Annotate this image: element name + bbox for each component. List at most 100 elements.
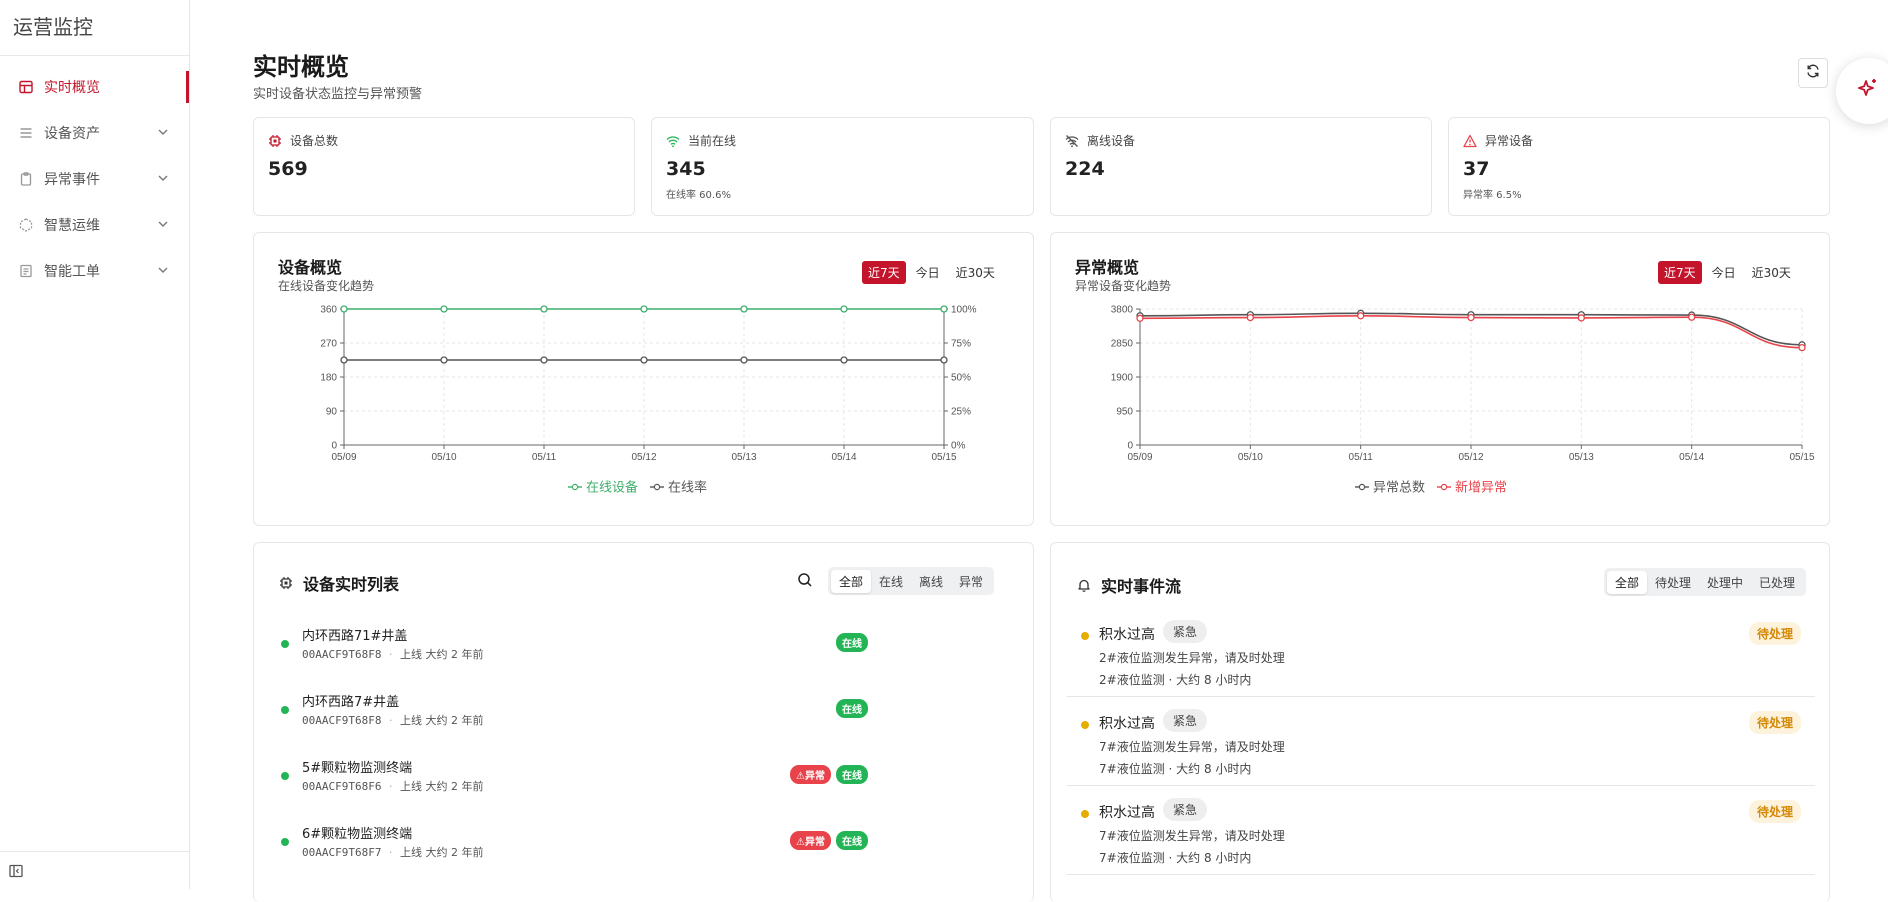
stat-card-abnormal: 异常设备 37 异常率 6.5% [1448, 117, 1830, 216]
event-description: 7#液位监测发生异常，请及时处理 [1099, 829, 1285, 843]
event-row[interactable]: 积水过高 紧急 7#液位监测发生异常，请及时处理 7#液位监测 · 大约 8 小… [1067, 697, 1815, 786]
separator: · [388, 648, 393, 661]
refresh-button[interactable] [1798, 58, 1828, 88]
status-dot [281, 640, 289, 648]
device-row[interactable]: 6#颗粒物监测终端 00AACF9T68F7 · 上线 大约 2 年前 ⚠异常在… [278, 817, 868, 867]
x-tick-label: 05/10 [431, 452, 456, 463]
x-tick-label: 05/09 [331, 452, 356, 463]
chevron-down-icon [157, 126, 169, 142]
device-code: 00AACF9T68F8 [302, 648, 382, 661]
status-badge: 待处理 [1748, 800, 1801, 823]
y2-tick-label: 25% [951, 407, 971, 418]
tab-processing[interactable]: 处理中 [1699, 571, 1751, 594]
y2-tick-label: 100% [951, 305, 977, 316]
data-point [1136, 314, 1144, 322]
search-icon[interactable] [797, 572, 813, 592]
hexagon-icon [19, 218, 33, 232]
data-point [440, 356, 448, 364]
data-point [740, 356, 748, 364]
tab-pending[interactable]: 待处理 [1647, 571, 1699, 594]
sidebar-item-realtime-overview[interactable]: 实时概览 [0, 64, 189, 110]
y-tick-label: 0 [331, 441, 337, 452]
data-point [1357, 312, 1365, 320]
tab-all[interactable]: 全部 [1607, 570, 1648, 594]
status-badge: 在线 [836, 765, 868, 784]
sidebar-item-anomaly-events[interactable]: 异常事件 [0, 156, 189, 202]
device-filter-tabs: 全部 在线 离线 异常 [828, 567, 995, 595]
event-description: 2#液位监测发生异常，请及时处理 [1099, 651, 1285, 665]
legend-marker [1440, 483, 1448, 491]
data-point [340, 305, 348, 313]
stat-label: 设备总数 [290, 134, 339, 148]
event-row[interactable]: 积水过高 紧急 2#液位监测发生异常，请及时处理 2#液位监测 · 大约 8 小… [1067, 608, 1815, 697]
x-tick-label: 05/11 [1349, 452, 1374, 463]
sidebar-item-smart-ops[interactable]: 智慧运维 [0, 202, 189, 248]
event-title: 积水过高 [1099, 805, 1155, 821]
device-row[interactable]: 5#颗粒物监测终端 00AACF9T68F6 · 上线 大约 2 年前 ⚠异常在… [278, 751, 868, 801]
clipboard-icon [19, 172, 33, 186]
sidebar-item-label: 设备资产 [44, 126, 100, 142]
legend-label: 异常总数 [1373, 480, 1425, 495]
sidebar-toggle-icon[interactable] [9, 863, 23, 882]
tab-done[interactable]: 已处理 [1751, 571, 1803, 594]
x-tick-label: 05/14 [1679, 452, 1704, 463]
device-line-chart: 0 0% 90 25% 180 50% 270 75% 360 100% 05/09 05/10 05/… [320, 305, 977, 495]
separator: · [388, 780, 393, 793]
list-icon [19, 126, 33, 140]
data-point [940, 305, 948, 313]
data-point [1467, 313, 1475, 322]
event-stream-panel: 实时事件流 全部 待处理 处理中 已处理 积水过高 紧急 2#液位监测发生异常，… [1050, 542, 1830, 902]
chip-icon [268, 134, 282, 148]
abnormal-badge: ⚠异常 [790, 765, 831, 784]
stat-value: 37 [1463, 158, 1490, 180]
data-point [840, 305, 848, 313]
data-point [640, 305, 648, 313]
data-point [740, 305, 748, 313]
chip-icon [278, 575, 294, 591]
device-time: 上线 大约 2 年前 [399, 780, 484, 793]
y-tick-label: 90 [326, 407, 338, 418]
sidebar-item-label: 智能工单 [44, 264, 100, 280]
x-tick-label: 05/11 [532, 452, 557, 463]
device-meta: 00AACF9T68F6 · 上线 大约 2 年前 [302, 778, 483, 794]
event-filter-tabs: 全部 待处理 处理中 已处理 [1604, 568, 1807, 596]
sidebar-item-label: 异常事件 [44, 172, 100, 188]
x-tick-label: 05/09 [1127, 452, 1152, 463]
legend-label: 在线率 [668, 480, 707, 495]
page-title: 实时概览 [253, 53, 349, 81]
device-row[interactable]: 内环西路71#井盖 00AACF9T68F8 · 上线 大约 2 年前 在线 [278, 619, 868, 669]
data-point [540, 356, 548, 364]
y-tick-label: 950 [1116, 407, 1133, 418]
sidebar-item-device-assets[interactable]: 设备资产 [0, 110, 189, 156]
status-badge: 待处理 [1748, 711, 1801, 734]
y2-tick-label: 75% [951, 339, 971, 350]
y-tick-label: 270 [320, 339, 337, 350]
status-badge: 在线 [836, 633, 868, 652]
sparkle-icon [1856, 77, 1880, 105]
x-tick-label: 05/12 [631, 452, 656, 463]
tab-abnormal[interactable]: 异常 [951, 570, 991, 593]
sidebar-nav: 实时概览 设备资产 异常事件 智慧运维 智能工单 [0, 64, 189, 294]
panel-title-text: 实时事件流 [1101, 577, 1182, 596]
stat-card-total-devices: 设备总数 569 [253, 117, 635, 216]
status-dot [281, 706, 289, 714]
sidebar-item-work-orders[interactable]: 智能工单 [0, 248, 189, 294]
stat-subtext: 在线率 60.6% [666, 190, 731, 201]
tab-online[interactable]: 在线 [871, 570, 911, 593]
x-tick-label: 05/13 [731, 452, 756, 463]
device-meta: 00AACF9T68F8 · 上线 大约 2 年前 [302, 646, 483, 662]
status-badge: 待处理 [1748, 622, 1801, 645]
event-row[interactable]: 积水过高 紧急 7#液位监测发生异常，请及时处理 7#液位监测 · 大约 8 小… [1067, 786, 1815, 875]
device-row[interactable]: 内环西路7#井盖 00AACF9T68F8 · 上线 大约 2 年前 在线 [278, 685, 868, 735]
device-code: 00AACF9T68F6 [302, 780, 382, 793]
data-point [440, 305, 448, 313]
tab-offline[interactable]: 离线 [911, 570, 951, 593]
event-meta: 2#液位监测 · 大约 8 小时内 [1099, 673, 1252, 687]
ai-assistant-button[interactable] [1836, 58, 1888, 124]
bell-icon [1076, 577, 1092, 593]
data-point [1688, 313, 1696, 321]
data-point [940, 356, 948, 364]
device-time: 上线 大约 2 年前 [399, 714, 484, 727]
tab-all[interactable]: 全部 [831, 569, 872, 593]
chevron-down-icon [157, 264, 169, 280]
